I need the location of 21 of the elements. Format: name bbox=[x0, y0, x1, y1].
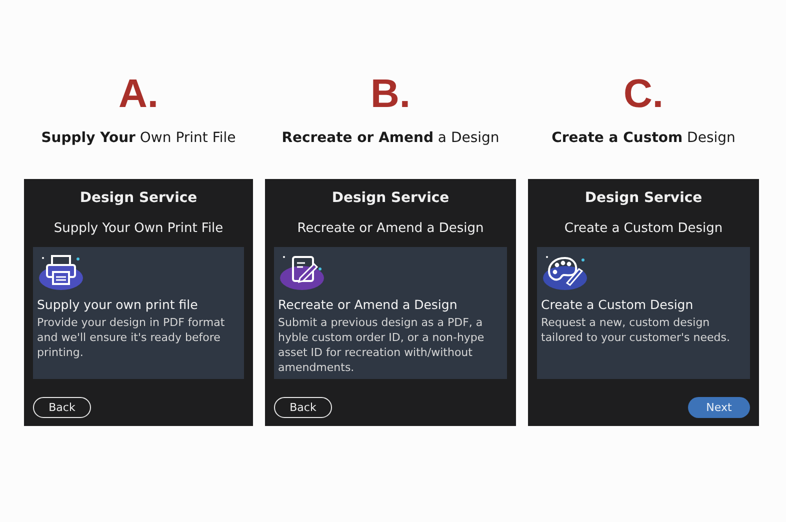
option-caption: Supply Your Own Print File bbox=[41, 130, 236, 148]
back-button[interactable]: Back bbox=[33, 397, 91, 418]
dialog-title: Design Service bbox=[330, 190, 450, 206]
option-heading: Recreate or Amend a Design bbox=[278, 297, 458, 312]
option-description: Provide your design in PDF format and we'll ensure it's ready before printing. bbox=[37, 315, 226, 360]
dialog-subtitle: Supply Your Own Print File bbox=[52, 221, 224, 236]
option-heading: Create a Custom Design bbox=[541, 297, 694, 312]
dialog-subtitle: Create a Custom Design bbox=[563, 221, 724, 236]
option-caption: Create a Custom Design bbox=[552, 130, 736, 148]
option-letter: A. bbox=[118, 72, 158, 116]
dialog-title: Design Service bbox=[78, 190, 198, 206]
option-letter: C. bbox=[624, 72, 664, 116]
next-button[interactable]: Next bbox=[688, 397, 750, 418]
option-description: Request a new, custom design tailored to your customer's needs. bbox=[541, 315, 731, 345]
back-button[interactable]: Back bbox=[274, 397, 332, 418]
option-letter: B. bbox=[370, 72, 410, 116]
option-description: Submit a previous design as a PDF, a hyble custom order ID, or a non-hype asset ID for recreation with/without amendments. bbox=[278, 315, 486, 375]
dialog-title: Design Service bbox=[584, 190, 704, 206]
option-caption: Recreate or Amend a Design bbox=[282, 130, 500, 148]
dialog-subtitle: Recreate or Amend a Design bbox=[296, 221, 485, 236]
option-heading: Supply your own print file bbox=[37, 297, 199, 312]
